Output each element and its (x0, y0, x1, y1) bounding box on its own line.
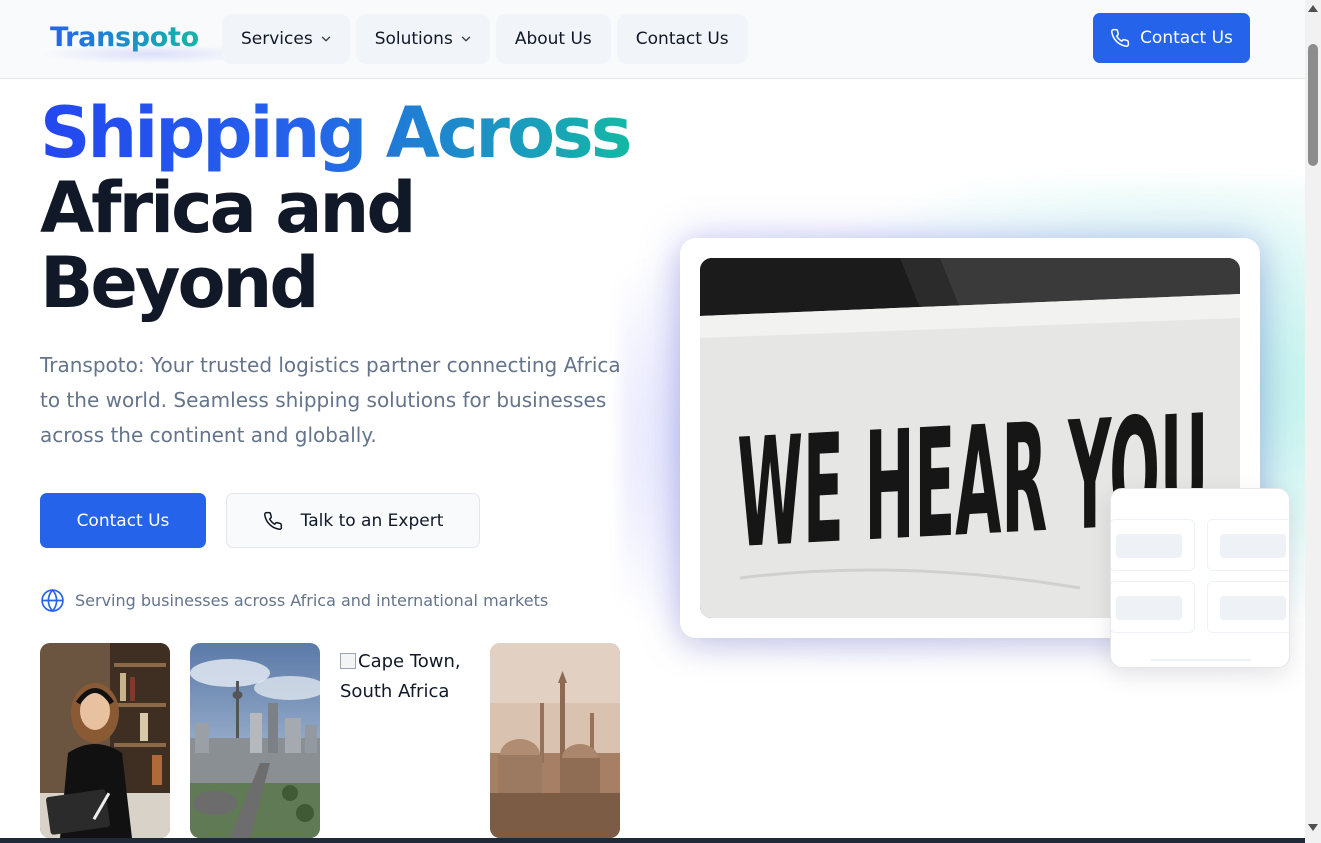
hero-title-highlight: Shipping Across (40, 92, 632, 174)
nav-item-services[interactable]: Services (222, 14, 350, 64)
stat-cell (1111, 581, 1195, 633)
stat-placeholder (1220, 596, 1286, 620)
nav-item-solutions[interactable]: Solutions (355, 14, 490, 64)
chevron-down-icon (321, 36, 330, 42)
thumbnail-image (190, 643, 320, 838)
brand-logo[interactable]: Transpoto (50, 22, 199, 53)
broken-image-icon (340, 653, 356, 669)
header-contact-button[interactable]: Contact Us (1093, 13, 1250, 63)
stat-cell (1111, 519, 1195, 571)
nav-item-contact[interactable]: Contact Us (616, 14, 748, 64)
hero-contact-button[interactable]: Contact Us (40, 493, 206, 548)
hero-title-line3: Beyond (40, 242, 319, 324)
thumbnail-cape-town[interactable]: Cape Town, South Africa (340, 647, 480, 707)
page-scrollbar[interactable] (1305, 0, 1321, 843)
floating-stats-card (1110, 488, 1290, 668)
serving-text: Serving businesses across Africa and int… (75, 591, 549, 610)
stat-placeholder (1116, 534, 1182, 558)
scroll-down-arrow-icon[interactable] (1308, 824, 1318, 831)
hero-title-line2: Africa and (40, 167, 416, 249)
nav-item-label: Services (241, 29, 313, 49)
nav-item-label: About Us (514, 29, 592, 49)
site-header: Transpoto Services Solutions About Us Co… (0, 0, 1305, 79)
phone-icon (263, 511, 282, 530)
stat-cell (1207, 581, 1289, 633)
hero-description: Transpoto: Your trusted logistics partne… (40, 353, 621, 447)
main-nav: Services Solutions About Us Contact Us (222, 14, 748, 64)
thumbnail-cairo-mosques[interactable] (490, 643, 620, 838)
nav-item-label: Solutions (374, 29, 453, 49)
stat-placeholder (1116, 596, 1182, 620)
stat-cell (1207, 519, 1289, 571)
thumbnail-city-skyline[interactable] (190, 643, 320, 838)
nav-item-label: Contact Us (635, 29, 729, 49)
scroll-up-arrow-icon[interactable] (1308, 5, 1318, 12)
thumbnail-alt-text: Cape Town, South Africa (340, 651, 461, 702)
card-footer-line (1151, 659, 1251, 661)
talk-to-expert-button[interactable]: Talk to an Expert (226, 493, 480, 548)
window-bottom-edge (0, 838, 1305, 843)
serving-note: Serving businesses across Africa and int… (40, 588, 548, 613)
hero-title: Shipping Across Africa and Beyond (40, 96, 680, 321)
thumbnail-image (40, 643, 170, 838)
talk-to-expert-label: Talk to an Expert (300, 510, 444, 531)
globe-icon (41, 588, 64, 613)
thumbnail-image (490, 643, 620, 838)
header-contact-label: Contact Us (1140, 28, 1233, 48)
thumbnail-woman-headphones[interactable] (40, 643, 170, 838)
phone-icon (1111, 28, 1130, 47)
nav-item-about[interactable]: About Us (495, 14, 611, 64)
stat-placeholder (1220, 534, 1286, 558)
scrollbar-thumb[interactable] (1308, 44, 1318, 166)
chevron-down-icon (461, 36, 471, 42)
